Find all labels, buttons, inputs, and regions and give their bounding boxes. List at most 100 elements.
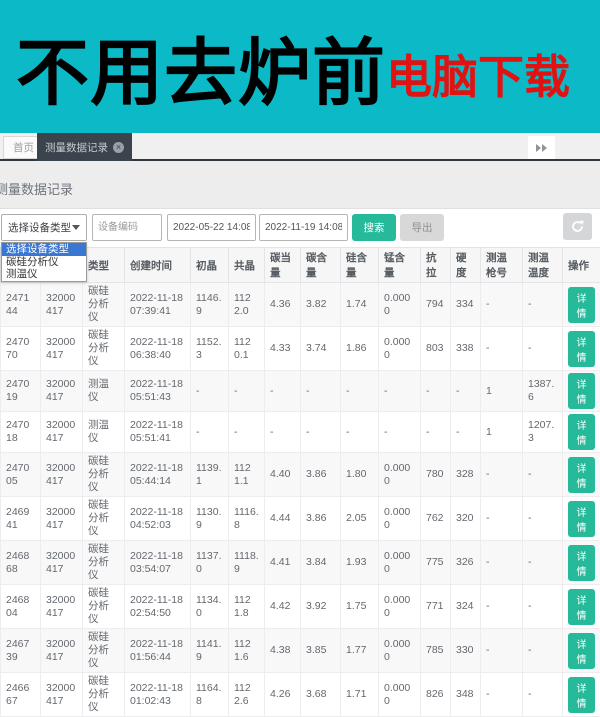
dropdown-option[interactable]: 碳硅分析仪: [2, 256, 86, 269]
cell-tensile: 826: [421, 673, 451, 717]
cell-carbon-equivalent: -: [265, 371, 301, 412]
cell-created-time: 2022-11-18 04:52:03: [125, 497, 191, 541]
cell-type: 碳硅分析仪: [83, 629, 125, 673]
cell-silicon-content: -: [341, 412, 379, 453]
table-row: 247070 32000417 碳硅分析仪 2022-11-18 06:38:4…: [1, 327, 600, 371]
cell-action: 详情: [563, 497, 600, 541]
tab-home-label: 首页: [13, 140, 34, 155]
cell-carbon-content: -: [301, 412, 341, 453]
detail-button[interactable]: 详情: [568, 287, 595, 323]
tab-bar: 首页 测量数据记录 ×: [0, 133, 600, 161]
banner-main-text: 不用去炉前: [16, 14, 386, 120]
chevron-right-icon: [536, 144, 541, 152]
tab-overflow-button[interactable]: [528, 136, 555, 159]
refresh-button[interactable]: [563, 213, 592, 240]
detail-button[interactable]: 详情: [568, 373, 595, 409]
cell-temperature: -: [523, 327, 563, 371]
device-type-select-value: 选择设备类型: [8, 220, 71, 235]
detail-button[interactable]: 详情: [568, 545, 595, 581]
header-manganese-content: 锰含量: [379, 248, 421, 283]
cell-tensile: 785: [421, 629, 451, 673]
cell-type: 碳硅分析仪: [83, 453, 125, 497]
table-header: 类型 创建时间 初晶 共晶 碳当量 碳含量 硅含量 锰含量 抗拉 硬度 测温枪号…: [1, 248, 600, 283]
table-row: 247005 32000417 碳硅分析仪 2022-11-18 05:44:1…: [1, 453, 600, 497]
cell-primary-crystal: 1164.8: [191, 673, 229, 717]
cell-hardness: 320: [451, 497, 481, 541]
cell-gun-number: -: [481, 327, 523, 371]
cell-gun-number: 1: [481, 371, 523, 412]
cell-action: 详情: [563, 371, 600, 412]
detail-button[interactable]: 详情: [568, 633, 595, 669]
cell-primary-crystal: 1146.9: [191, 283, 229, 327]
cell-carbon-content: 3.92: [301, 585, 341, 629]
cell-action: 详情: [563, 453, 600, 497]
cell-silicon-content: 1.80: [341, 453, 379, 497]
detail-button[interactable]: 详情: [568, 589, 595, 625]
detail-button[interactable]: 详情: [568, 501, 595, 537]
dropdown-option[interactable]: 测温仪: [2, 268, 86, 281]
cell-action: 详情: [563, 629, 600, 673]
cell-device-code: 32000417: [41, 585, 83, 629]
cell-temperature: 1387.6: [523, 371, 563, 412]
detail-button[interactable]: 详情: [568, 457, 595, 493]
search-button[interactable]: 搜索: [352, 214, 396, 241]
cell-eutectic: 1122.0: [229, 283, 265, 327]
page-title: 测量数据记录: [0, 179, 73, 198]
cell-created-time: 2022-11-18 03:54:07: [125, 541, 191, 585]
cell-gun-number: -: [481, 673, 523, 717]
cell-gun-number: -: [481, 629, 523, 673]
cell-hardness: 334: [451, 283, 481, 327]
cell-carbon-equivalent: 4.33: [265, 327, 301, 371]
cell-temperature: -: [523, 283, 563, 327]
cell-gun-number: -: [481, 283, 523, 327]
cell-hardness: -: [451, 371, 481, 412]
cell-carbon-equivalent: -: [265, 412, 301, 453]
table-row: 247019 32000417 测温仪 2022-11-18 05:51:43 …: [1, 371, 600, 412]
cell-action: 详情: [563, 585, 600, 629]
cell-silicon-content: 2.05: [341, 497, 379, 541]
cell-carbon-equivalent: 4.40: [265, 453, 301, 497]
cell-hardness: 326: [451, 541, 481, 585]
cell-device-code: 32000417: [41, 412, 83, 453]
cell-silicon-content: 1.71: [341, 673, 379, 717]
export-button[interactable]: 导出: [400, 214, 444, 241]
cell-id: 246941: [1, 497, 41, 541]
dropdown-option[interactable]: 选择设备类型: [2, 243, 86, 256]
chevron-down-icon: [72, 225, 80, 230]
header-eutectic: 共晶: [229, 248, 265, 283]
cell-device-code: 32000417: [41, 497, 83, 541]
date-to-input[interactable]: [259, 214, 348, 241]
cell-id: 247070: [1, 327, 41, 371]
cell-manganese-content: 0.0000: [379, 673, 421, 717]
cell-gun-number: -: [481, 585, 523, 629]
cell-manganese-content: 0.0000: [379, 629, 421, 673]
device-type-dropdown-list: 选择设备类型 碳硅分析仪 测温仪: [1, 242, 87, 282]
cell-tensile: 803: [421, 327, 451, 371]
cell-type: 测温仪: [83, 412, 125, 453]
detail-button[interactable]: 详情: [568, 331, 595, 367]
cell-temperature: -: [523, 497, 563, 541]
device-type-select[interactable]: 选择设备类型: [1, 214, 87, 241]
detail-button[interactable]: 详情: [568, 677, 595, 713]
cell-action: 详情: [563, 327, 600, 371]
header-silicon-content: 硅含量: [341, 248, 379, 283]
cell-manganese-content: -: [379, 371, 421, 412]
table-row: 246941 32000417 碳硅分析仪 2022-11-18 04:52:0…: [1, 497, 600, 541]
cell-device-code: 32000417: [41, 541, 83, 585]
header-primary-crystal: 初晶: [191, 248, 229, 283]
cell-id: 246804: [1, 585, 41, 629]
cell-eutectic: 1120.1: [229, 327, 265, 371]
detail-button[interactable]: 详情: [568, 414, 595, 450]
cell-silicon-content: 1.86: [341, 327, 379, 371]
cell-silicon-content: 1.75: [341, 585, 379, 629]
title-bar: 测量数据记录: [0, 161, 600, 209]
date-from-input[interactable]: [167, 214, 256, 241]
device-code-input[interactable]: [92, 214, 162, 241]
cell-eutectic: 1116.8: [229, 497, 265, 541]
cell-eutectic: 1121.8: [229, 585, 265, 629]
cell-silicon-content: -: [341, 371, 379, 412]
cell-tensile: 775: [421, 541, 451, 585]
cell-device-code: 32000417: [41, 327, 83, 371]
tab-measure-records[interactable]: 测量数据记录 ×: [37, 133, 132, 161]
close-icon[interactable]: ×: [113, 142, 124, 153]
